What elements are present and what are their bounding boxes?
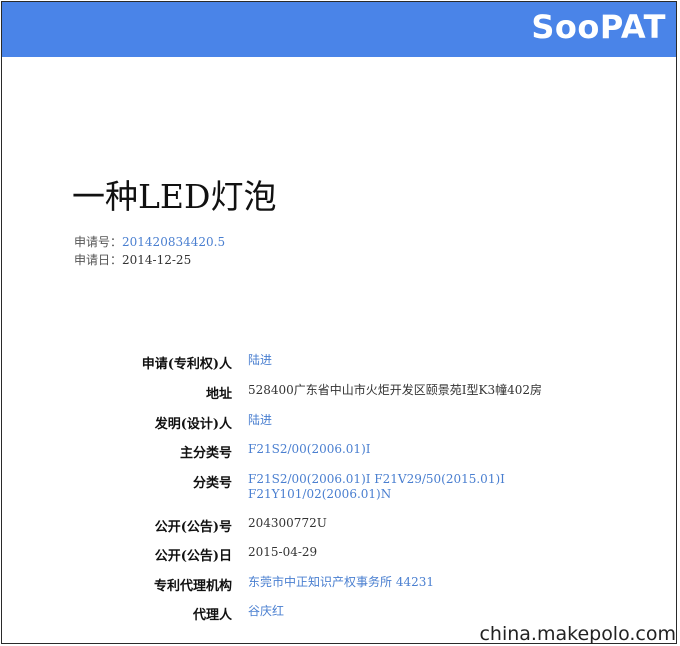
header-bar: SooPAT <box>2 2 676 57</box>
document-frame: SooPAT 一种LED灯泡 申请号：201420834420.5 申请日：20… <box>1 1 677 644</box>
classes-line-2[interactable]: F21Y101/02(2006.01)N <box>248 487 505 502</box>
inventor-label: 发明(设计)人 <box>154 417 232 432</box>
agency-label: 专利代理机构 <box>153 579 232 594</box>
address-value: 528400广东省中山市火炬开发区颐景苑I型K3幢402房 <box>248 383 543 397</box>
application-number-line: 申请号：201420834420.5 <box>74 233 225 250</box>
application-number-link[interactable]: 201420834420.5 <box>122 235 225 249</box>
patent-title: 一种LED灯泡 <box>72 177 277 216</box>
pub-number-label: 公开(公告)号 <box>154 520 232 535</box>
watermark-text: china.makepolo.com <box>479 623 676 645</box>
applicant-link[interactable]: 陆进 <box>248 353 272 368</box>
address-label: 地址 <box>205 387 232 402</box>
classes-label: 分类号 <box>192 476 232 491</box>
classes-line-1[interactable]: F21S2/00(2006.01)I F21V29/50(2015.01)I <box>248 472 505 487</box>
pub-number-value: 204300772U <box>248 516 327 530</box>
agency-link[interactable]: 东莞市中正知识产权事务所 44231 <box>248 575 434 590</box>
main-class-label: 主分类号 <box>179 446 232 461</box>
applicant-label: 申请(专利权)人 <box>141 357 232 372</box>
agent-link[interactable]: 谷庆红 <box>248 604 284 619</box>
pub-date-label: 公开(公告)日 <box>154 549 232 564</box>
application-date-label: 申请日： <box>74 253 123 267</box>
classes-links: F21S2/00(2006.01)I F21V29/50(2015.01)I F… <box>248 472 505 502</box>
application-date-value: 2014-12-25 <box>122 253 192 267</box>
soopat-logo[interactable]: SooPAT <box>531 8 666 46</box>
application-date-line: 申请日：2014-12-25 <box>74 251 191 268</box>
inventor-link[interactable]: 陆进 <box>248 413 272 428</box>
main-class-link[interactable]: F21S2/00(2006.01)I <box>248 442 371 457</box>
pub-date-value: 2015-04-29 <box>248 545 318 559</box>
application-number-label: 申请号： <box>74 235 123 249</box>
agent-label: 代理人 <box>192 608 232 623</box>
